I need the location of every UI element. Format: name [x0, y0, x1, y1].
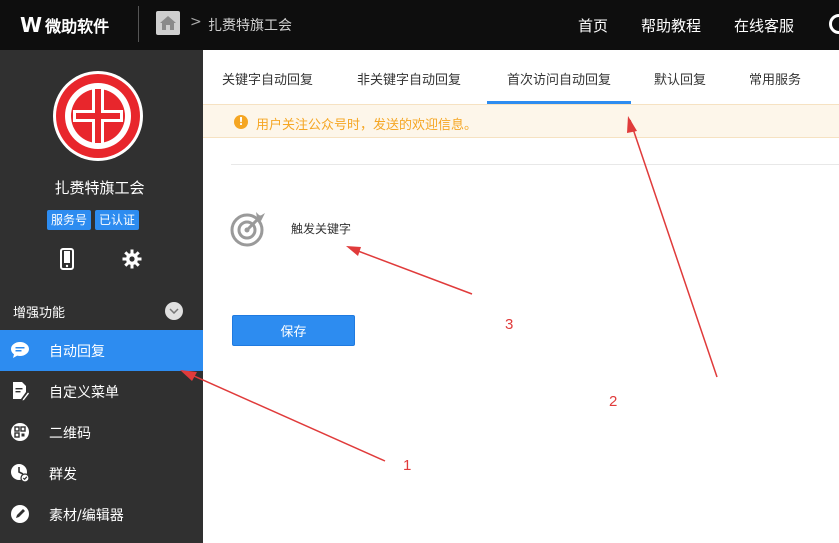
- trigger-keyword-label[interactable]: 触发关键字: [291, 220, 351, 237]
- annotation-number: 3: [505, 316, 514, 333]
- sidebar-menu: 自动回复 自定义菜单 二维码 群发 素材/编辑器: [0, 330, 203, 535]
- target-icon[interactable]: [230, 209, 268, 247]
- gear-icon[interactable]: [121, 247, 143, 271]
- info-icon: !: [234, 115, 248, 129]
- nav-home[interactable]: 首页: [578, 15, 608, 36]
- divider: [231, 164, 839, 165]
- save-button[interactable]: 保存: [232, 315, 355, 346]
- org-name: 扎赉特旗工会: [54, 179, 145, 197]
- sidebar-item-label: 自定义菜单: [49, 384, 119, 401]
- tab-non-keyword-reply[interactable]: 非关键字自动回复: [357, 50, 461, 104]
- sidebar-item-label: 二维码: [49, 425, 91, 442]
- sidebar-item-broadcast[interactable]: 群发: [0, 453, 203, 494]
- sidebar-item-label: 群发: [49, 466, 77, 483]
- section-label: 增强功能: [13, 306, 66, 321]
- sidebar-item-label: 素材/编辑器: [49, 507, 124, 524]
- sidebar-quick-icons: [56, 247, 143, 271]
- annotation-number: 1: [403, 457, 412, 474]
- top-nav: 首页 帮助教程 在线客服: [578, 0, 794, 50]
- account-badges: 服务号 已认证: [47, 210, 140, 230]
- breadcrumb-separator: >: [190, 14, 202, 30]
- tab-first-visit-reply[interactable]: 首次访问自动回复: [487, 50, 631, 104]
- brand-logo[interactable]: W 微助软件: [20, 0, 109, 50]
- nav-support[interactable]: 在线客服: [734, 15, 794, 36]
- tab-default-reply[interactable]: 默认回复: [654, 50, 706, 104]
- top-bar: W 微助软件 > 扎赉特旗工会 首页 帮助教程 在线客服: [0, 0, 839, 50]
- notice-text: 用户关注公众号时，发送的欢迎信息。: [256, 118, 478, 133]
- sidebar-item-materials[interactable]: 素材/编辑器: [0, 494, 203, 535]
- home-icon: [160, 16, 176, 30]
- logo-text: 微助软件: [45, 17, 110, 36]
- chevron-down-icon: [169, 308, 179, 314]
- info-notice: ! 用户关注公众号时，发送的欢迎信息。: [203, 104, 839, 138]
- pencil-icon: [10, 504, 30, 524]
- sidebar-item-auto-reply[interactable]: 自动回复: [0, 330, 203, 371]
- collapse-toggle[interactable]: [165, 302, 183, 320]
- breadcrumb-current: 扎赉特旗工会: [208, 18, 292, 34]
- service-account-badge: 服务号: [47, 210, 92, 230]
- verified-badge: 已认证: [95, 210, 140, 230]
- annotation-number: 2: [609, 393, 618, 410]
- org-logo: [53, 71, 143, 161]
- logo-mark: W: [20, 13, 42, 37]
- tab-keyword-reply[interactable]: 关键字自动回复: [222, 50, 313, 104]
- divider: [138, 6, 139, 42]
- tab-common-services[interactable]: 常用服务: [749, 50, 801, 104]
- reply-tabs: 关键字自动回复 非关键字自动回复 首次访问自动回复 默认回复 常用服务: [203, 50, 839, 104]
- sidebar: 扎赉特旗工会 服务号 已认证 增强功能 自动回复 自定义菜单 二维码 群发 素材…: [0, 50, 203, 543]
- user-avatar-icon[interactable]: [829, 14, 839, 34]
- edit-doc-icon: [10, 381, 30, 401]
- nav-help[interactable]: 帮助教程: [641, 15, 701, 36]
- sidebar-item-qrcode[interactable]: 二维码: [0, 412, 203, 453]
- sidebar-item-label: 自动回复: [49, 343, 105, 360]
- chat-icon: [10, 340, 30, 360]
- sidebar-item-custom-menu[interactable]: 自定义菜单: [0, 371, 203, 412]
- home-button[interactable]: [156, 11, 180, 35]
- clock-send-icon: [10, 463, 30, 483]
- mobile-icon[interactable]: [56, 247, 78, 271]
- qrcode-icon: [10, 422, 30, 442]
